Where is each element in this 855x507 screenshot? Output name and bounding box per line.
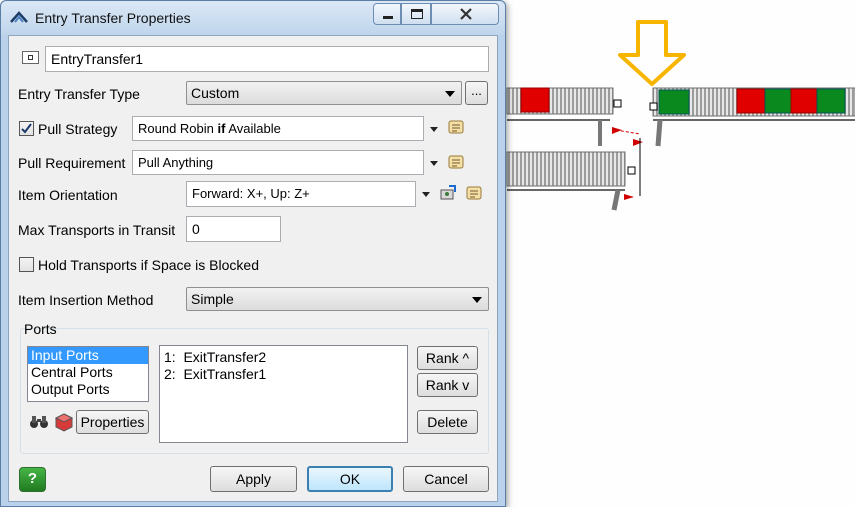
minimize-button[interactable] xyxy=(373,3,401,25)
pull-strategy-text: Round Robin xyxy=(138,121,218,136)
port-properties-button[interactable]: Properties xyxy=(76,410,149,434)
maximize-icon xyxy=(411,9,423,19)
chevron-down-icon xyxy=(472,297,482,303)
help-button[interactable]: ? xyxy=(19,467,46,492)
connection-item[interactable]: 2: ExitTransfer1 xyxy=(164,366,407,383)
delete-port-button[interactable]: Delete xyxy=(417,410,478,434)
close-icon xyxy=(460,8,472,20)
pull-strategy-label: Pull Strategy xyxy=(38,121,118,137)
window-title: Entry Transfer Properties xyxy=(35,10,191,26)
chevron-down-icon xyxy=(445,91,455,97)
close-button[interactable] xyxy=(431,3,499,25)
title-bar[interactable]: Entry Transfer Properties xyxy=(1,1,505,35)
ports-group-label: Ports xyxy=(24,321,57,337)
apply-button[interactable]: Apply xyxy=(210,466,297,492)
question-icon: ? xyxy=(27,470,38,487)
sampler-icon[interactable] xyxy=(439,184,457,202)
entry-transfer-properties-dialog: Entry Transfer Properties EntryTransfer1… xyxy=(0,0,506,507)
code-scroll-icon[interactable] xyxy=(447,118,465,136)
port-connections-list[interactable]: 1: ExitTransfer2 2: ExitTransfer1 xyxy=(159,345,408,443)
item-insertion-method-label: Item Insertion Method xyxy=(18,292,154,308)
entry-transfer-type-label: Entry Transfer Type xyxy=(18,86,140,102)
conveyor-upper-left xyxy=(506,87,622,146)
code-scroll-icon[interactable] xyxy=(447,153,465,171)
pull-strategy-checkbox[interactable] xyxy=(19,121,34,136)
pull-strategy-field[interactable]: Round Robin if Available xyxy=(132,116,424,141)
conveyor-right xyxy=(649,87,855,147)
code-scroll-icon[interactable] xyxy=(465,184,483,202)
item-orientation-label: Item Orientation xyxy=(18,187,118,203)
pull-strategy-text-end: Available xyxy=(225,121,281,136)
pull-requirement-field[interactable]: Pull Anything xyxy=(132,150,424,175)
max-transports-label: Max Transports in Transit xyxy=(18,222,176,238)
green-flowitem xyxy=(658,89,690,115)
object-icon xyxy=(22,51,39,64)
pull-strategy-dropdown-icon[interactable] xyxy=(430,127,438,132)
item-orientation-field[interactable]: Forward: X+, Up: Z+ xyxy=(186,181,416,207)
maximize-button[interactable] xyxy=(401,3,431,25)
red-flowitem xyxy=(736,88,768,114)
minimize-icon xyxy=(383,16,393,19)
pull-requirement-label: Pull Requirement xyxy=(18,155,126,171)
port-type-item-input[interactable]: Input Ports xyxy=(28,347,148,364)
green-flowitem xyxy=(816,88,846,114)
object-name-field[interactable]: EntryTransfer1 xyxy=(45,46,489,72)
down-arrow-icon xyxy=(618,20,686,86)
ok-button[interactable]: OK xyxy=(307,466,393,492)
max-transports-field[interactable]: 0 xyxy=(186,216,281,242)
cancel-button[interactable]: Cancel xyxy=(403,466,489,492)
entry-transfer-type-more-button[interactable]: ... xyxy=(465,81,488,105)
rank-up-button[interactable]: Rank ^ xyxy=(417,346,478,370)
green-flowitem xyxy=(764,88,794,114)
rank-down-button[interactable]: Rank v xyxy=(417,373,478,397)
port-type-item-central[interactable]: Central Ports xyxy=(28,364,148,381)
dialog-client-area: EntryTransfer1 Entry Transfer Type Custo… xyxy=(8,35,498,502)
item-insertion-method-select[interactable]: Simple xyxy=(186,287,489,311)
hold-transports-label: Hold Transports if Space is Blocked xyxy=(38,257,259,273)
red-flowitem xyxy=(520,87,550,113)
connection-item[interactable]: 1: ExitTransfer2 xyxy=(164,349,407,366)
app-icon xyxy=(10,11,28,23)
item-insertion-method-value: Simple xyxy=(191,291,234,307)
entry-transfer-type-value: Custom xyxy=(191,85,240,101)
hold-transports-checkbox[interactable] xyxy=(19,257,34,272)
red-flowitem xyxy=(790,88,820,114)
port-type-list[interactable]: Input Ports Central Ports Output Ports xyxy=(27,346,149,402)
binoculars-icon[interactable] xyxy=(29,414,49,430)
port-type-item-output[interactable]: Output Ports xyxy=(28,381,148,398)
conveyor-lower-left xyxy=(506,151,636,211)
entry-transfer-type-select[interactable]: Custom xyxy=(186,81,462,105)
pull-requirement-dropdown-icon[interactable] xyxy=(430,161,438,166)
item-orientation-dropdown-icon[interactable] xyxy=(422,192,430,197)
object-cube-icon[interactable] xyxy=(54,412,74,432)
checkmark-icon xyxy=(21,123,32,134)
